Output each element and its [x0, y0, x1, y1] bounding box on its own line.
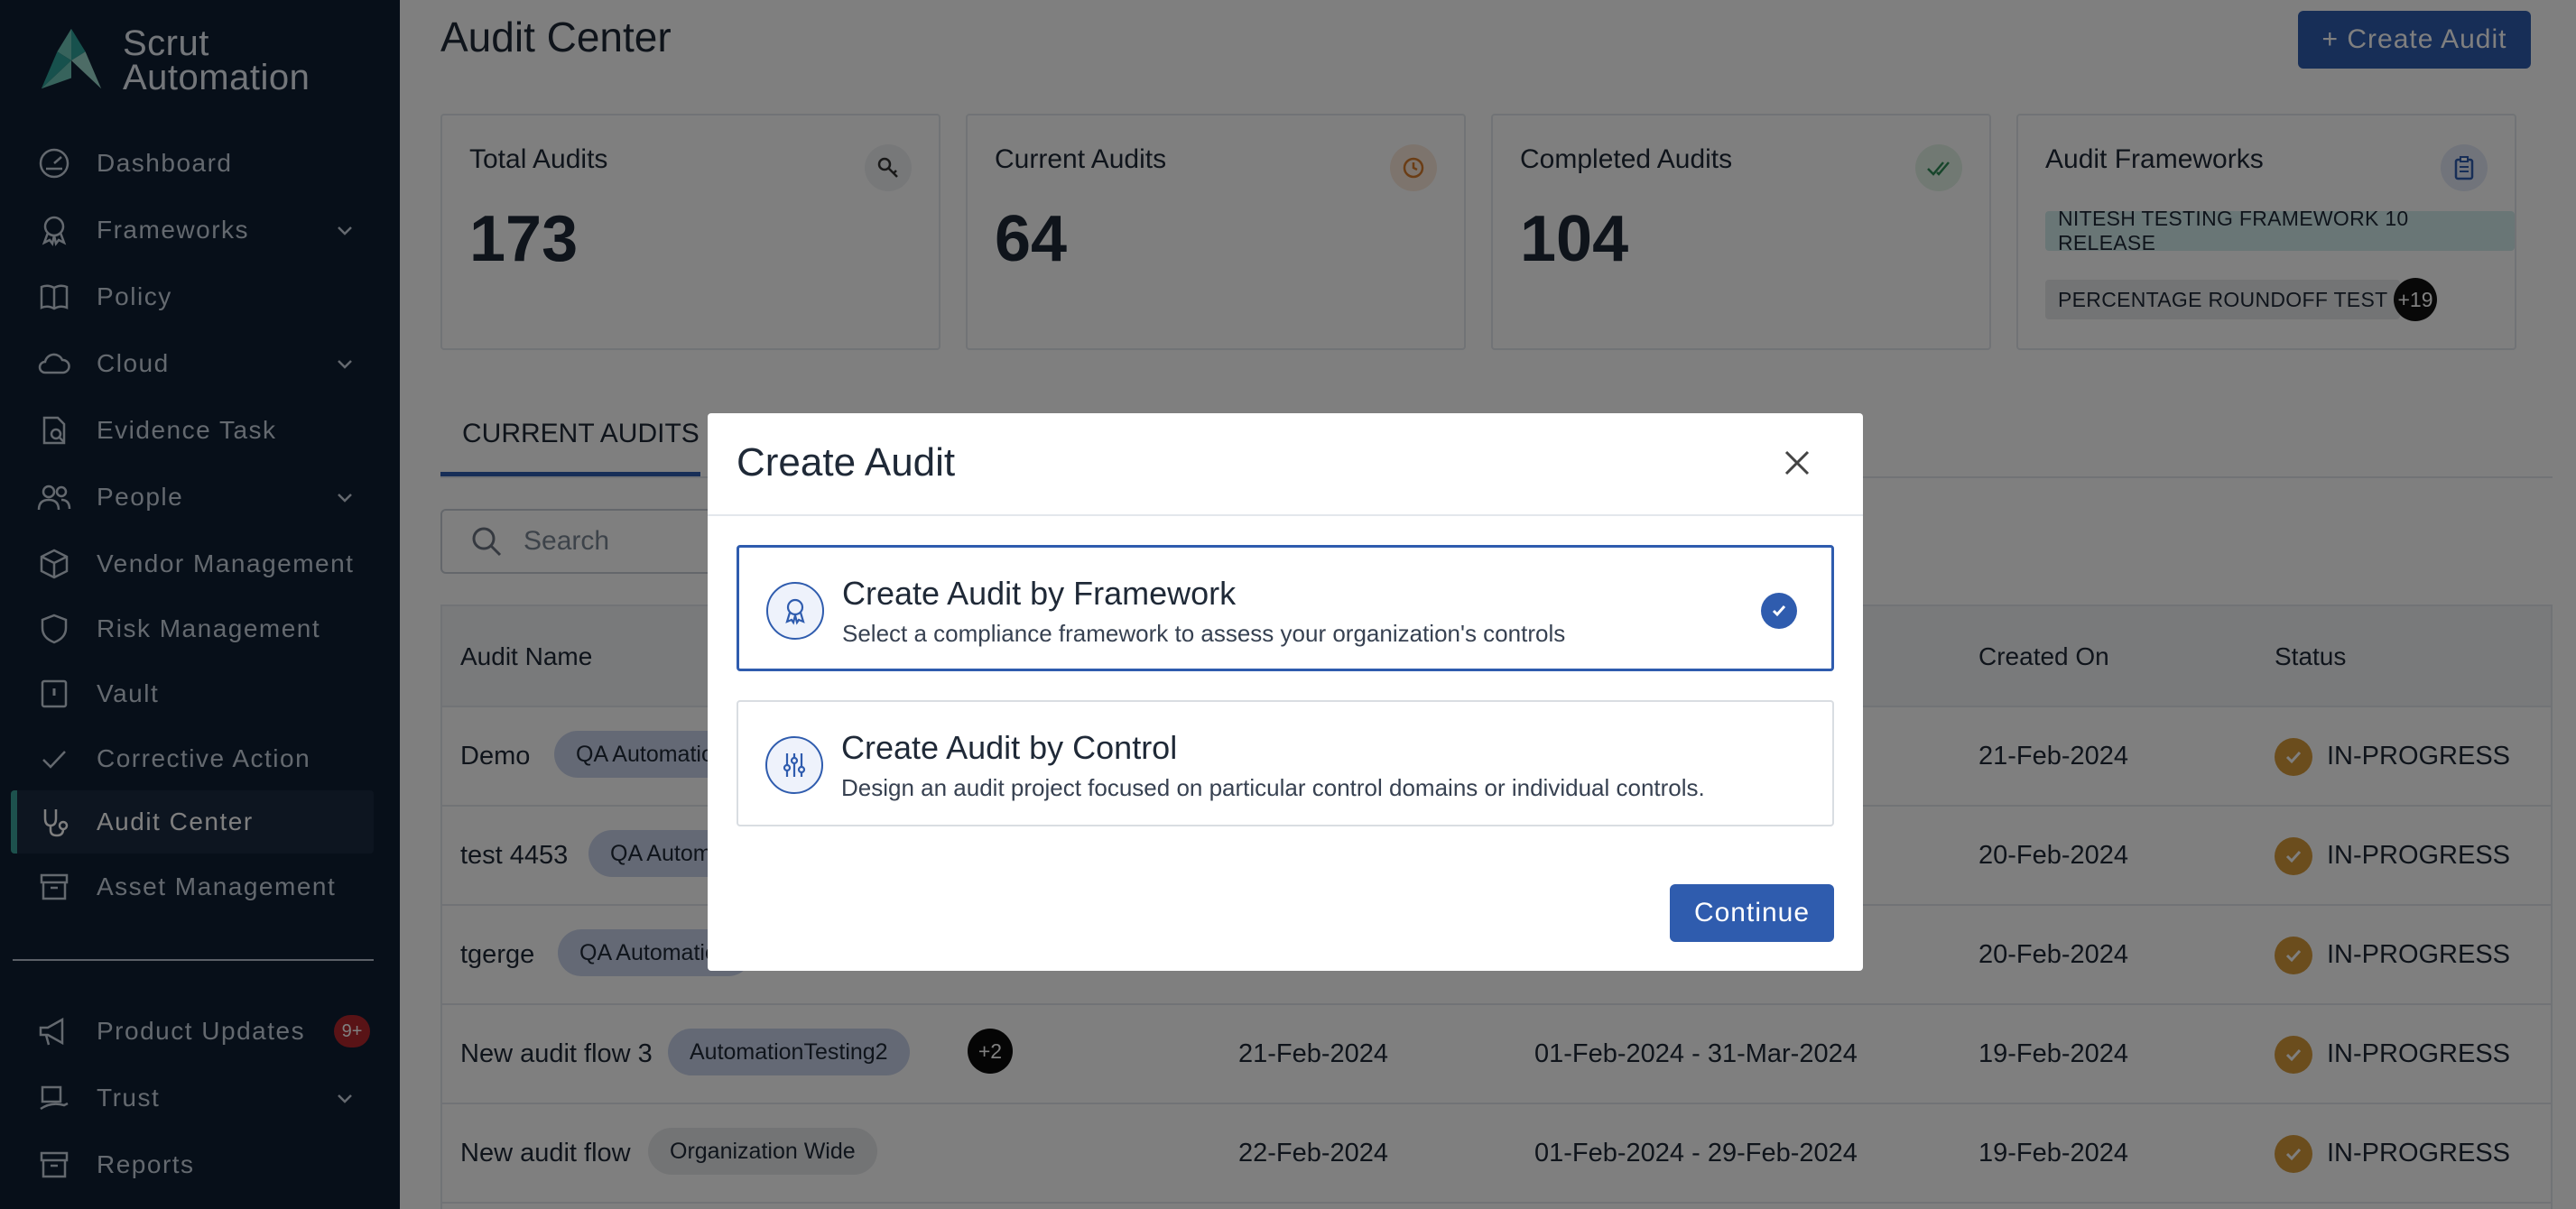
- award-icon: [766, 582, 824, 640]
- option-description: Design an audit project focused on parti…: [841, 774, 1705, 801]
- option-title: Create Audit by Control: [841, 729, 1178, 766]
- option-description: Select a compliance framework to assess …: [842, 620, 1566, 647]
- selected-check-icon: [1761, 593, 1797, 629]
- close-icon[interactable]: [1774, 440, 1820, 485]
- create-audit-modal: Create Audit Create Audit by Framework S…: [708, 413, 1863, 971]
- modal-title: Create Audit: [737, 440, 956, 485]
- modal-header: Create Audit: [708, 413, 1863, 516]
- option-create-by-framework[interactable]: Create Audit by Framework Select a compl…: [737, 545, 1834, 671]
- sliders-icon: [765, 736, 823, 794]
- continue-button[interactable]: Continue: [1670, 884, 1834, 942]
- option-title: Create Audit by Framework: [842, 575, 1237, 612]
- option-create-by-control[interactable]: Create Audit by Control Design an audit …: [737, 700, 1834, 826]
